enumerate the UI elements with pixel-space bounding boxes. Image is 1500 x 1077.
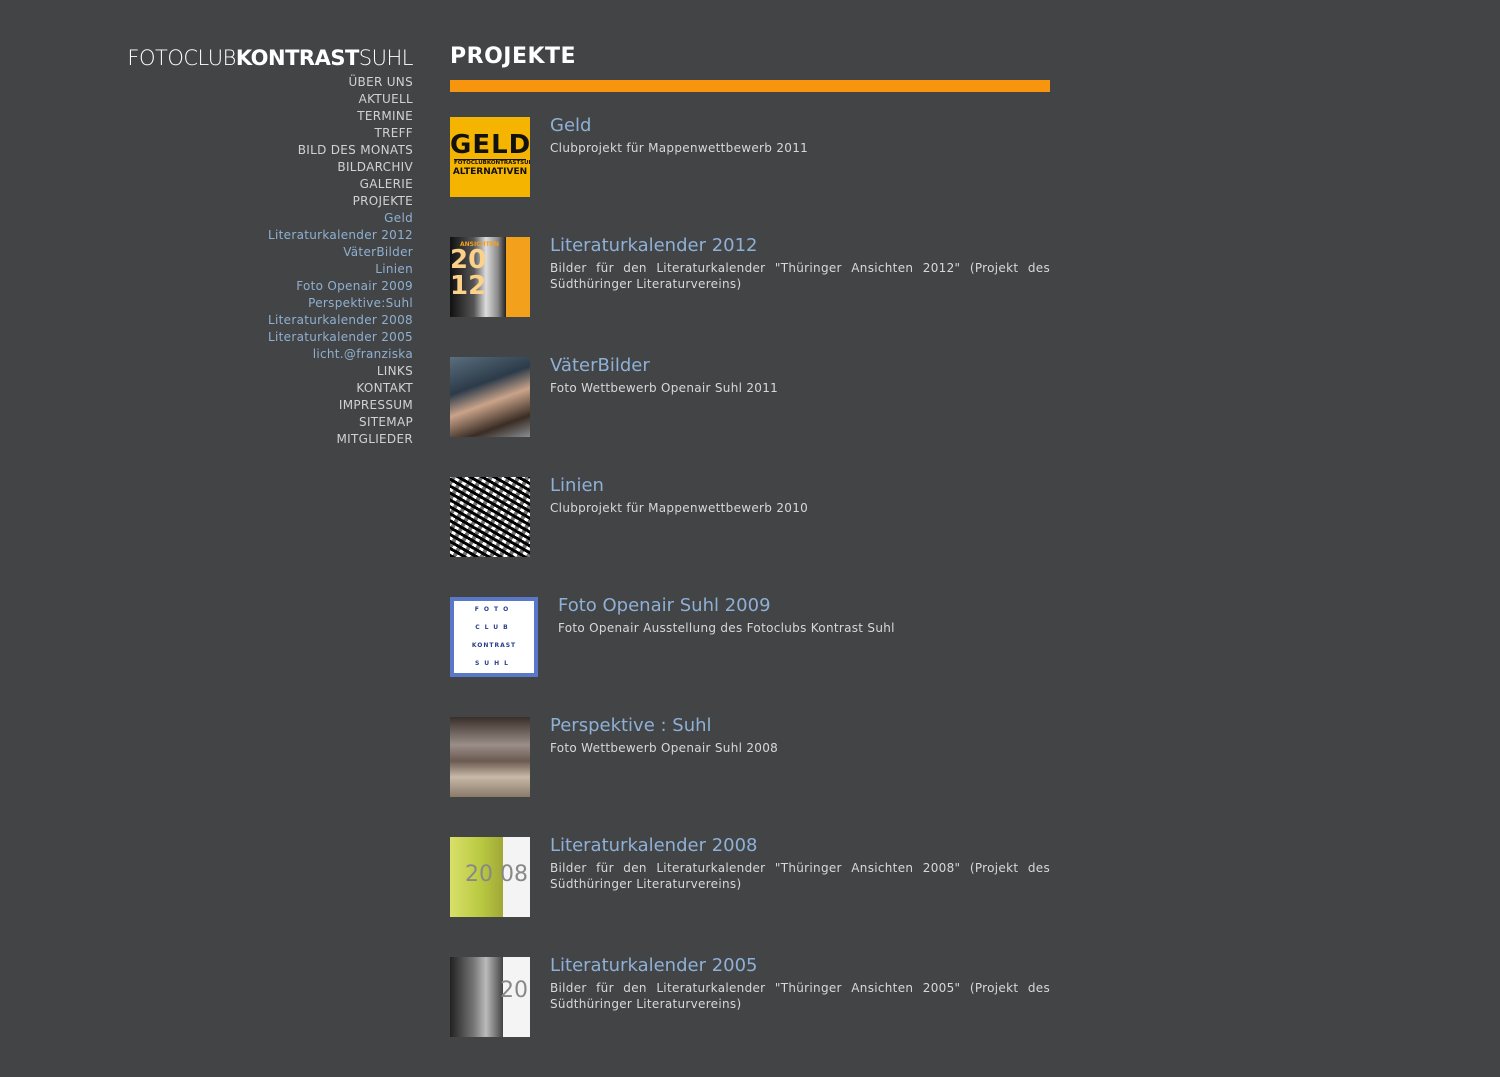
- thumb-text: SUHL: [474, 660, 514, 667]
- project-description: Bilder für den Literaturkalender "Thürin…: [550, 261, 1050, 291]
- main-navigation: ÜBER UNS AKTUELL TERMINE TREFF BILD DES …: [268, 74, 413, 448]
- nav-subitem-literaturkalender-2005[interactable]: Literaturkalender 2005: [268, 329, 413, 346]
- nav-subitem-foto-openair-2009[interactable]: Foto Openair 2009: [268, 278, 413, 295]
- nav-item-kontakt[interactable]: KONTAKT: [268, 380, 413, 397]
- project-item: Linien Clubprojekt für Mappenwettbewerb …: [450, 475, 1050, 597]
- nav-item-bild-des-monats[interactable]: BILD DES MONATS: [268, 142, 413, 159]
- thumb-text: 20 12: [450, 245, 487, 301]
- nav-item-impressum[interactable]: IMPRESSUM: [268, 397, 413, 414]
- logo-part-fotoclub: FOTOCLUB: [127, 46, 236, 70]
- thumb-text: 20 08: [465, 862, 528, 887]
- logo-part-kontrast: KONTRAST: [235, 46, 359, 70]
- nav-subitem-vaeterbilder[interactable]: VäterBilder: [268, 244, 413, 261]
- project-item: Perspektive : Suhl Foto Wettbewerb Opena…: [450, 715, 1050, 837]
- project-description: Foto Openair Ausstellung des Fotoclubs K…: [558, 621, 895, 635]
- nav-item-ueber-uns[interactable]: ÜBER UNS: [268, 74, 413, 91]
- project-thumbnail-literaturkalender-2008[interactable]: 20 08: [450, 837, 530, 917]
- page-title: PROJEKTE: [450, 44, 577, 69]
- project-description: Bilder für den Literaturkalender "Thürin…: [550, 981, 1050, 1011]
- project-title-link[interactable]: Geld: [550, 115, 1050, 137]
- site-logo[interactable]: FOTOCLUBKONTRASTSUHL: [127, 46, 413, 70]
- project-title-link[interactable]: VäterBilder: [550, 355, 1050, 377]
- nav-item-aktuell[interactable]: AKTUELL: [268, 91, 413, 108]
- nav-subitem-literaturkalender-2008[interactable]: Literaturkalender 2008: [268, 312, 413, 329]
- accent-bar: [450, 80, 1050, 92]
- project-title-link[interactable]: Foto Openair Suhl 2009: [558, 595, 1050, 617]
- nav-item-termine[interactable]: TERMINE: [268, 108, 413, 125]
- thumb-text: KONTRAST: [471, 642, 517, 649]
- project-description: Clubprojekt für Mappenwettbewerb 2010: [550, 501, 809, 515]
- nav-subitem-licht-franziska[interactable]: licht.@franziska: [268, 346, 413, 363]
- nav-subitem-geld[interactable]: Geld: [268, 210, 413, 227]
- project-thumbnail-foto-openair-2009[interactable]: FOTO CLUB KONTRAST SUHL: [450, 597, 538, 677]
- project-title-link[interactable]: Literaturkalender 2005: [550, 955, 1050, 977]
- thumb-text: GELD: [450, 130, 530, 160]
- nav-item-galerie[interactable]: GALERIE: [268, 176, 413, 193]
- project-thumbnail-literaturkalender-2012[interactable]: ANSICHTEN 20 12: [450, 237, 530, 317]
- project-description: Bilder für den Literaturkalender "Thürin…: [550, 861, 1050, 891]
- thumb-text: CLUB: [475, 624, 513, 631]
- nav-item-sitemap[interactable]: SITEMAP: [268, 414, 413, 431]
- logo-part-suhl: SUHL: [358, 46, 414, 70]
- thumb-text: FOTOCLUBKONTRASTSUHL: [454, 159, 530, 166]
- nav-subitem-literaturkalender-2012[interactable]: Literaturkalender 2012: [268, 227, 413, 244]
- project-item: GELD FOTOCLUBKONTRASTSUHL ALTERNATIVEN G…: [450, 115, 1050, 237]
- project-description: Foto Wettbewerb Openair Suhl 2008: [550, 741, 779, 755]
- project-item: 20 08 Literaturkalender 2008 Bilder für …: [450, 835, 1050, 957]
- thumb-text: ALTERNATIVEN: [452, 167, 528, 177]
- thumb-text: 20: [500, 978, 528, 1003]
- project-item: ANSICHTEN 20 12 Literaturkalender 2012 B…: [450, 235, 1050, 357]
- nav-subitem-perspektive-suhl[interactable]: Perspektive:Suhl: [268, 295, 413, 312]
- project-title-link[interactable]: Linien: [550, 475, 1050, 497]
- nav-subitem-linien[interactable]: Linien: [268, 261, 413, 278]
- nav-item-projekte[interactable]: PROJEKTE: [268, 193, 413, 210]
- project-thumbnail-geld[interactable]: GELD FOTOCLUBKONTRASTSUHL ALTERNATIVEN: [450, 117, 530, 197]
- project-title-link[interactable]: Perspektive : Suhl: [550, 715, 1050, 737]
- project-item: VäterBilder Foto Wettbewerb Openair Suhl…: [450, 355, 1050, 477]
- project-thumbnail-linien[interactable]: [450, 477, 530, 557]
- project-thumbnail-perspektive-suhl[interactable]: [450, 717, 530, 797]
- project-description: Foto Wettbewerb Openair Suhl 2011: [550, 381, 779, 395]
- nav-item-links[interactable]: LINKS: [268, 363, 413, 380]
- main-content: PROJEKTE GELD FOTOCLUBKONTRASTSUHL ALTER…: [450, 40, 1050, 1077]
- project-item: 20 Literaturkalender 2005 Bilder für den…: [450, 955, 1050, 1077]
- project-description: Clubprojekt für Mappenwettbewerb 2011: [550, 141, 809, 155]
- project-title-link[interactable]: Literaturkalender 2012: [550, 235, 1050, 257]
- project-item: FOTO CLUB KONTRAST SUHL Foto Openair Suh…: [450, 595, 1050, 717]
- nav-item-bildarchiv[interactable]: BILDARCHIV: [268, 159, 413, 176]
- thumb-text: FOTO: [474, 606, 514, 613]
- project-thumbnail-vaeterbilder[interactable]: [450, 357, 530, 437]
- project-title-link[interactable]: Literaturkalender 2008: [550, 835, 1050, 857]
- nav-item-mitglieder[interactable]: MITGLIEDER: [268, 431, 413, 448]
- nav-item-treff[interactable]: TREFF: [268, 125, 413, 142]
- project-thumbnail-literaturkalender-2005[interactable]: 20: [450, 957, 530, 1037]
